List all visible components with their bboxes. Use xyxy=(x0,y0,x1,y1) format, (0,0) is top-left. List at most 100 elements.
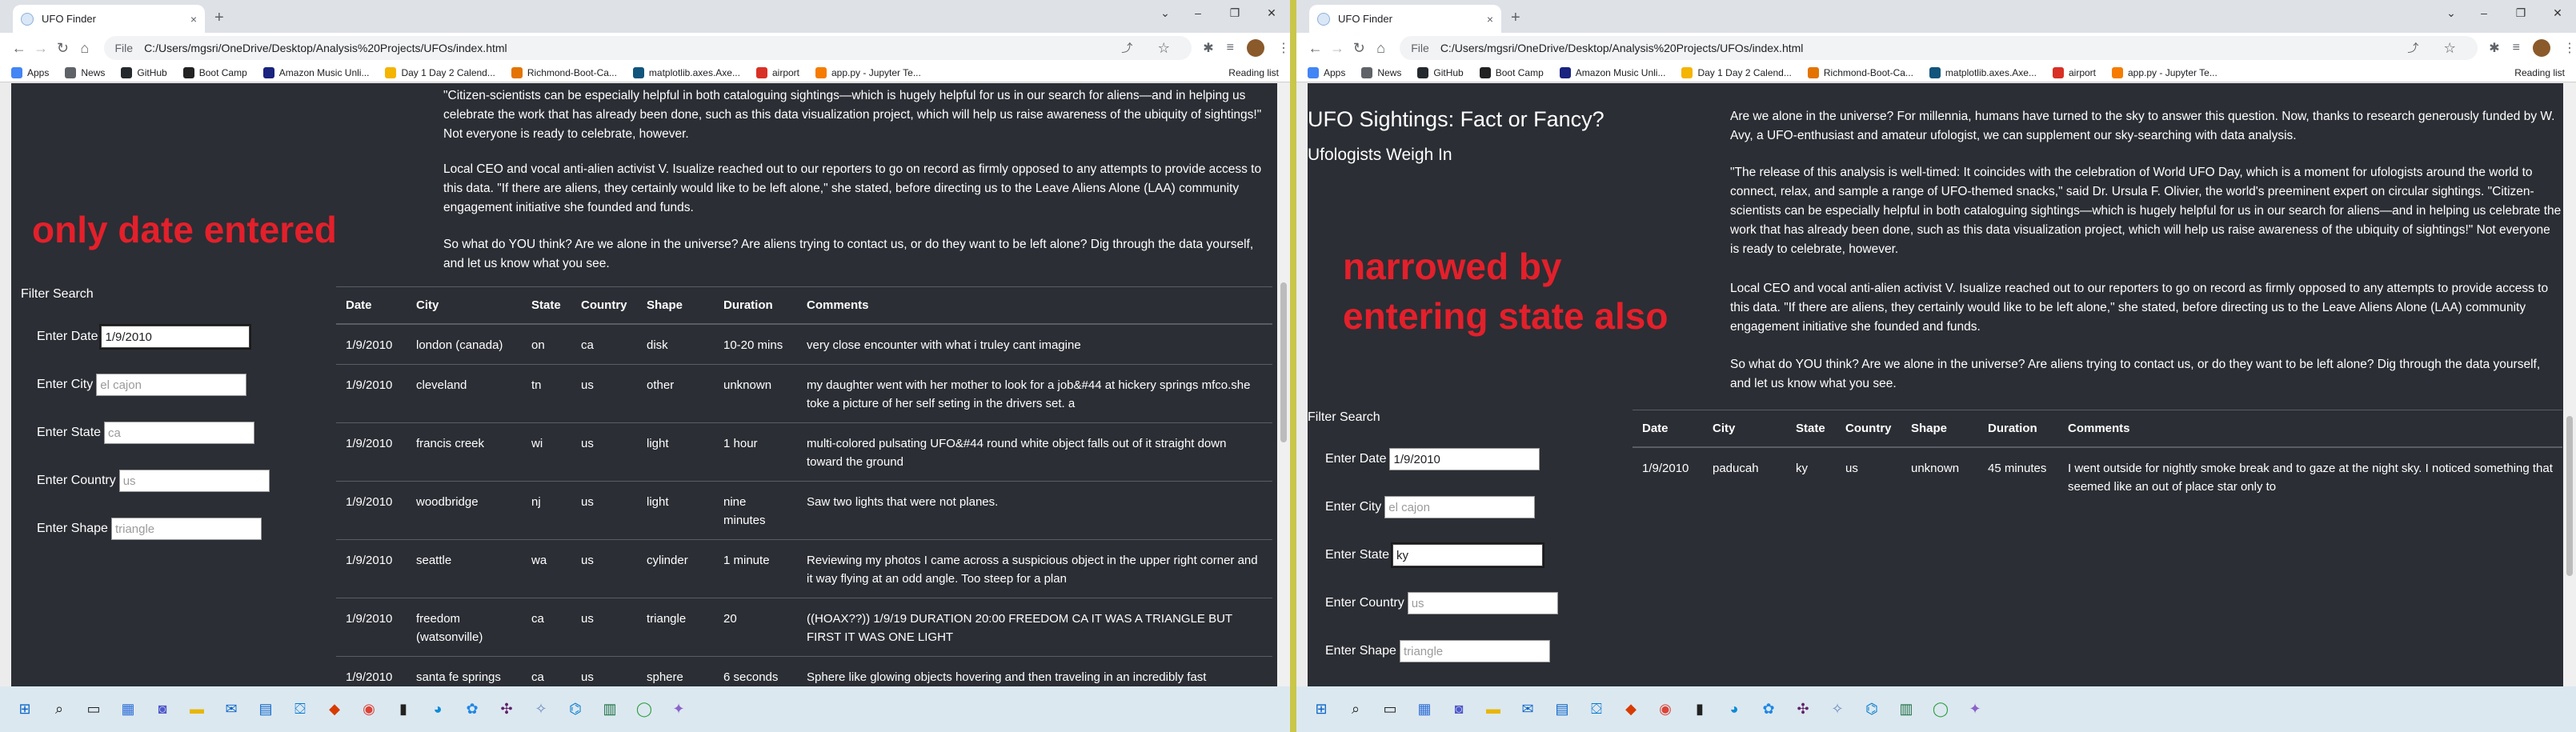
city-input[interactable]: el cajon xyxy=(96,374,247,396)
bookmark-item[interactable]: News xyxy=(1361,66,1401,78)
chrome-icon[interactable]: ◉ xyxy=(1655,699,1676,720)
slack-icon[interactable]: ✣ xyxy=(1793,699,1813,720)
close-window-button[interactable]: ✕ xyxy=(2539,0,2576,26)
new-tab-button[interactable]: + xyxy=(214,9,224,27)
bookmark-item[interactable]: airport xyxy=(755,66,799,78)
store-icon[interactable]: ⛋ xyxy=(290,699,310,720)
bookmark-item[interactable]: News xyxy=(65,66,105,78)
maximize-button[interactable]: ❐ xyxy=(2502,0,2539,26)
green-circle-icon[interactable]: ◯ xyxy=(1930,699,1951,720)
shape-input[interactable]: triangle xyxy=(110,518,262,540)
slack-icon[interactable]: ✣ xyxy=(496,699,517,720)
minimize-button[interactable]: – xyxy=(2466,0,2502,26)
address-bar[interactable]: File C:/Users/mgsri/OneDrive/Desktop/Ana… xyxy=(1400,36,2478,60)
misc-app-icon[interactable]: ✦ xyxy=(668,699,689,720)
queue-icon[interactable]: ≡ xyxy=(2513,41,2520,55)
queue-icon[interactable]: ≡ xyxy=(1227,41,1234,55)
file-explorer-icon[interactable]: ▬ xyxy=(186,699,207,720)
avatar[interactable] xyxy=(1246,39,1264,57)
extensions-icon[interactable]: ✱ xyxy=(1203,40,1213,56)
menu-icon[interactable]: ⋮ xyxy=(2563,40,2576,56)
avatar[interactable] xyxy=(2532,39,2550,57)
bookmark-item[interactable]: Apps xyxy=(11,66,49,78)
search-icon[interactable]: ⌕ xyxy=(49,699,70,720)
bookmark-item[interactable]: Boot Camp xyxy=(1479,66,1544,78)
windows-start-icon[interactable]: ⊞ xyxy=(14,699,35,720)
vscode-icon[interactable]: ⌬ xyxy=(565,699,586,720)
bookmark-item[interactable]: app.py - Jupyter Te... xyxy=(815,66,921,78)
excel-icon[interactable]: ▥ xyxy=(1896,699,1917,720)
calendar-icon[interactable]: ▤ xyxy=(255,699,276,720)
bookmark-item[interactable]: matplotlib.axes.Axe... xyxy=(632,66,740,78)
tab-close-icon[interactable]: × xyxy=(1487,13,1493,26)
green-circle-icon[interactable]: ◯ xyxy=(634,699,655,720)
bookmark-item[interactable]: matplotlib.axes.Axe... xyxy=(1929,66,2037,78)
new-tab-button[interactable]: + xyxy=(1511,9,1520,27)
home-icon[interactable]: ⌂ xyxy=(1370,40,1392,57)
city-input[interactable]: el cajon xyxy=(1384,496,1536,518)
bookmark-item[interactable]: GitHub xyxy=(1417,66,1464,78)
widgets-icon[interactable]: ▦ xyxy=(1414,699,1435,720)
reload-icon[interactable]: ↻ xyxy=(52,40,74,57)
teams-icon[interactable]: ◙ xyxy=(1448,699,1469,720)
app-icon[interactable]: ✧ xyxy=(531,699,551,720)
scrollbar-thumb[interactable] xyxy=(1280,282,1287,442)
calendar-icon[interactable]: ▤ xyxy=(1552,699,1572,720)
mail-icon[interactable]: ✉ xyxy=(1517,699,1538,720)
task-view-icon[interactable]: ▭ xyxy=(1380,699,1400,720)
office-icon[interactable]: ◆ xyxy=(324,699,345,720)
share-bookmark-icons[interactable]: ⤴ ☆ xyxy=(1121,40,1180,56)
menu-icon[interactable]: ⋮ xyxy=(1277,40,1290,56)
tab-search-icon[interactable]: ⌄ xyxy=(1151,0,1180,26)
bookmark-item[interactable]: Boot Camp xyxy=(182,66,247,78)
state-input[interactable]: ky xyxy=(1391,542,1545,568)
teams-icon[interactable]: ◙ xyxy=(152,699,173,720)
close-window-button[interactable]: ✕ xyxy=(1253,0,1290,26)
bookmark-item[interactable]: Apps xyxy=(1308,66,1345,78)
browser-tab[interactable]: UFO Finder × xyxy=(13,5,205,33)
office-icon[interactable]: ◆ xyxy=(1621,699,1641,720)
forward-icon[interactable]: → xyxy=(30,40,51,57)
store-icon[interactable]: ⛋ xyxy=(1586,699,1607,720)
edge-icon[interactable]: ◕ xyxy=(1724,699,1745,720)
shape-input[interactable]: triangle xyxy=(1399,640,1550,662)
country-input[interactable]: us xyxy=(118,470,270,492)
home-icon[interactable]: ⌂ xyxy=(74,40,95,57)
back-icon[interactable]: ← xyxy=(8,40,30,57)
back-icon[interactable]: ← xyxy=(1304,40,1326,57)
bookmark-item[interactable]: Day 1 Day 2 Calend... xyxy=(1681,66,1792,78)
reload-icon[interactable]: ↻ xyxy=(1348,40,1370,57)
vscode-icon[interactable]: ⌬ xyxy=(1861,699,1882,720)
date-input[interactable]: 1/9/2010 xyxy=(99,324,252,350)
scrollbar-thumb[interactable] xyxy=(2566,416,2573,576)
maximize-button[interactable]: ❐ xyxy=(1216,0,1253,26)
tab-search-icon[interactable]: ⌄ xyxy=(2437,0,2466,26)
forward-icon[interactable]: → xyxy=(1326,40,1348,57)
state-input[interactable]: ca xyxy=(104,422,255,444)
bookmark-item[interactable]: Amazon Music Unli... xyxy=(262,66,369,78)
reading-list-button[interactable]: Reading list xyxy=(2514,67,2565,78)
bookmark-item[interactable]: Richmond-Boot-Ca... xyxy=(1807,66,1913,78)
app-icon[interactable]: ✧ xyxy=(1827,699,1848,720)
bookmark-item[interactable]: Richmond-Boot-Ca... xyxy=(511,66,617,78)
widgets-icon[interactable]: ▦ xyxy=(118,699,138,720)
excel-icon[interactable]: ▥ xyxy=(599,699,620,720)
photos-icon[interactable]: ✿ xyxy=(462,699,483,720)
page-scrollbar[interactable] xyxy=(1277,83,1290,686)
mail-icon[interactable]: ✉ xyxy=(221,699,242,720)
bookmark-item[interactable]: app.py - Jupyter Te... xyxy=(2112,66,2217,78)
search-icon[interactable]: ⌕ xyxy=(1345,699,1366,720)
bookmark-item[interactable]: Amazon Music Unli... xyxy=(1559,66,1665,78)
extensions-icon[interactable]: ✱ xyxy=(2489,40,2499,56)
windows-start-icon[interactable]: ⊞ xyxy=(1311,699,1332,720)
date-input[interactable]: 1/9/2010 xyxy=(1389,448,1540,470)
misc-app-icon[interactable]: ✦ xyxy=(1965,699,1985,720)
bookmark-item[interactable]: Day 1 Day 2 Calend... xyxy=(385,66,495,78)
photos-icon[interactable]: ✿ xyxy=(1758,699,1779,720)
address-bar[interactable]: File C:/Users/mgsri/OneDrive/Desktop/Ana… xyxy=(103,36,1192,60)
tab-close-icon[interactable]: × xyxy=(190,13,197,26)
chrome-icon[interactable]: ◉ xyxy=(359,699,379,720)
page-scrollbar[interactable] xyxy=(2563,83,2576,686)
browser-tab[interactable]: UFO Finder × xyxy=(1309,5,1501,33)
reading-list-button[interactable]: Reading list xyxy=(1228,67,1279,78)
